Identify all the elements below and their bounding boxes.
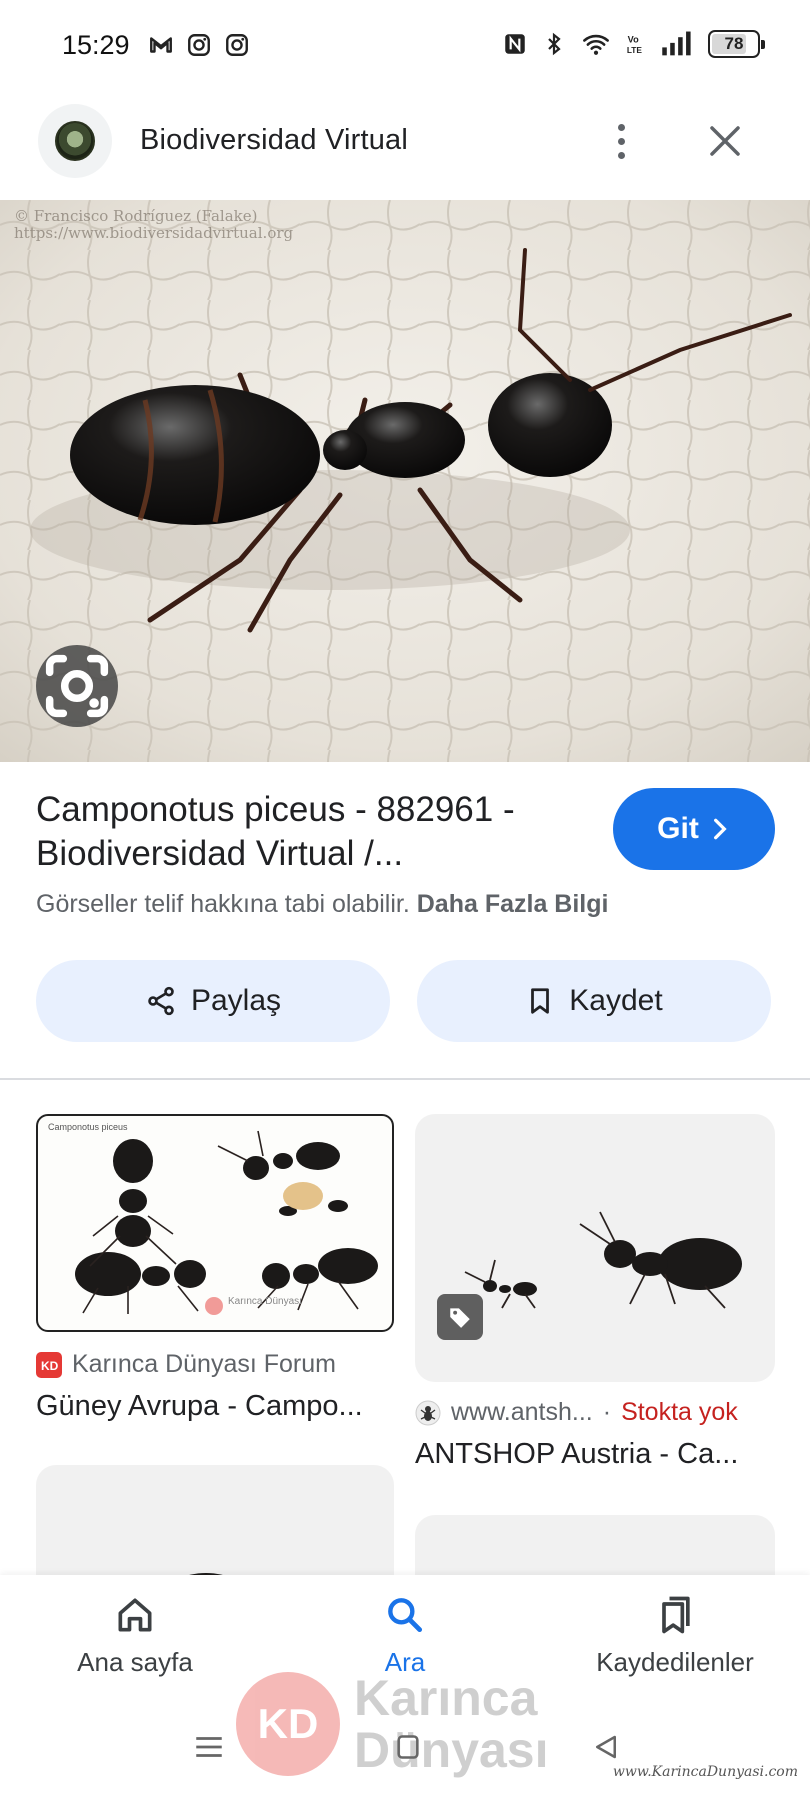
home-icon [118, 1598, 152, 1632]
nav-saved[interactable]: Kaydedilenler [565, 1593, 785, 1678]
notification-icons [148, 32, 250, 58]
signal-icon [662, 31, 691, 56]
save-label: Kaydet [569, 984, 663, 1017]
result-title[interactable]: Camponotus piceus - 882961 - Biodiversid… [36, 788, 576, 876]
result-title-small[interactable]: ANTSHOP Austria - Ca... [415, 1438, 765, 1471]
share-label: Paylaş [190, 984, 282, 1017]
volte-icon: VoLTE [627, 34, 643, 55]
lens-search-button[interactable] [36, 645, 118, 727]
ant-photo [0, 200, 810, 762]
visit-button[interactable]: Git [613, 788, 775, 870]
copyright-notice: Görseller telif hakkına tabi olabilir. D… [36, 890, 609, 918]
back-icon[interactable] [590, 1732, 622, 1762]
share-icon [148, 986, 174, 1016]
more-options-button[interactable] [606, 116, 636, 166]
image-caption: Camponotus piceus [48, 1122, 128, 1132]
related-image[interactable]: Camponotus piceus Karınca Dünyası [36, 1114, 394, 1332]
site-favicon[interactable] [38, 104, 112, 178]
more-vert-icon [617, 123, 625, 131]
nfc-icon [505, 34, 525, 54]
close-icon[interactable] [700, 116, 750, 166]
viewer-header: Biodiversidad Virtual [0, 98, 810, 198]
site-title[interactable]: Biodiversidad Virtual [140, 124, 408, 157]
google-lens-icon [45, 654, 109, 718]
battery-icon: 78 [708, 30, 765, 58]
result-title-small[interactable]: Güney Avrupa - Campo... [36, 1390, 386, 1423]
karinca-dunyasi-favicon: KD [36, 1351, 62, 1378]
svg-text:KD: KD [41, 1359, 59, 1373]
instagram-icon [226, 34, 248, 56]
status-bar: 15:29 Vo LTE 78 [0, 0, 810, 92]
antshop-favicon [415, 1400, 441, 1425]
nav-search[interactable]: Ara [295, 1593, 515, 1678]
search-icon [388, 1598, 423, 1633]
product-tag-badge [437, 1294, 483, 1340]
svg-text:Vo: Vo [628, 34, 639, 44]
menu-icon[interactable] [192, 1732, 226, 1762]
svg-text:LTE: LTE [627, 45, 643, 55]
photo-watermark: © Francisco Rodríguez (Falake) https://w… [14, 207, 294, 242]
saved-collections-icon [662, 1596, 690, 1634]
main-image[interactable]: © Francisco Rodríguez (Falake) https://w… [0, 200, 810, 762]
tag-icon [450, 1308, 470, 1328]
bookmark-icon [531, 988, 550, 1014]
battery-level: 78 [724, 34, 744, 53]
share-button[interactable]: Paylaş [36, 960, 390, 1042]
nav-home[interactable]: Ana sayfa [25, 1593, 245, 1678]
brand-url: www.KarincaDunyasi.com [612, 1764, 798, 1780]
related-image[interactable] [415, 1114, 775, 1382]
instagram-icon [188, 34, 210, 56]
visit-button-label: Git [657, 812, 699, 845]
image-watermark: Karınca Dünyası [228, 1296, 302, 1307]
gmail-icon [150, 37, 172, 53]
chevron-right-icon [713, 818, 727, 840]
result-source[interactable]: KD Karınca Dünyası Forum [36, 1350, 336, 1379]
system-status-icons: Vo LTE 78 [502, 30, 765, 58]
result-source[interactable]: www.antsh... · Stokta yok [415, 1398, 738, 1427]
home-square-icon[interactable] [394, 1732, 422, 1762]
stock-status: Stokta yok [621, 1398, 738, 1426]
learn-more-link[interactable]: Daha Fazla Bilgi [417, 890, 609, 918]
bluetooth-icon [548, 32, 561, 56]
status-time: 15:29 [62, 30, 130, 60]
wifi-icon [583, 34, 609, 55]
save-button[interactable]: Kaydet [417, 960, 771, 1042]
section-divider [0, 1078, 810, 1080]
